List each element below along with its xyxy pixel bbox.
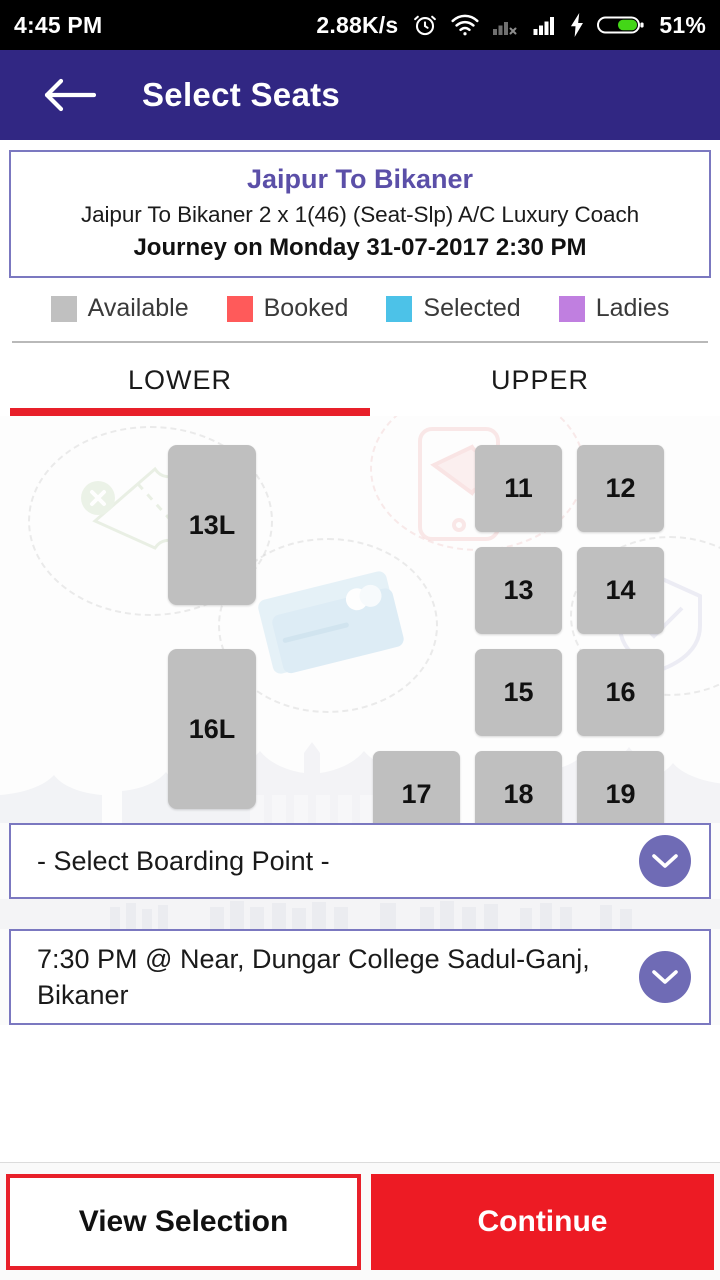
view-selection-button[interactable]: View Selection <box>6 1173 361 1270</box>
status-bar: 4:45 PM 2.88K/s 51% <box>0 0 720 50</box>
legend-label-selected: Selected <box>423 294 521 322</box>
continue-button[interactable]: Continue <box>371 1173 714 1270</box>
boarding-point-value: - Select Boarding Point - <box>37 845 330 876</box>
legend-swatch-booked <box>226 295 253 322</box>
deck-tabs: LOWER UPPER <box>0 343 720 416</box>
watermark-credit-card-icon <box>252 571 422 696</box>
seat-label: 16L <box>188 713 236 744</box>
seat-13[interactable]: 13 <box>475 547 562 634</box>
app-bar: Select Seats <box>0 50 720 140</box>
seat-label: 19 <box>605 779 636 809</box>
dropping-point-dropdown[interactable]: 7:30 PM @ Near, Dungar College Sadul-Gan… <box>9 929 711 1025</box>
legend-swatch-selected <box>386 295 413 322</box>
chevron-down-icon[interactable] <box>639 951 691 1003</box>
status-bar-time: 4:45 PM <box>14 11 103 38</box>
cellular-signal-icon <box>532 13 558 37</box>
seat-18[interactable]: 18 <box>475 751 562 823</box>
seat-15[interactable]: 15 <box>475 649 562 736</box>
seat-12[interactable]: 12 <box>577 445 664 532</box>
wifi-icon <box>450 13 480 37</box>
legend-label-booked: Booked <box>263 294 349 322</box>
seat-map: 13L 16L 11 12 13 14 15 16 17 18 19 <box>0 416 720 823</box>
legend-item-selected: Selected <box>386 294 521 323</box>
seat-17[interactable]: 17 <box>373 751 460 823</box>
status-bar-icons: 2.88K/s 51% <box>316 12 706 39</box>
seat-label: 14 <box>605 575 636 605</box>
alarm-icon <box>412 12 438 38</box>
seat-label: 12 <box>605 473 636 503</box>
battery-percent-label: 51% <box>659 11 706 38</box>
sim-no-signal-icon <box>492 13 520 37</box>
battery-icon <box>597 13 645 37</box>
tab-active-indicator <box>10 408 371 416</box>
journey-route: Jaipur To Bikaner <box>246 164 474 194</box>
seat-label: 18 <box>503 779 534 809</box>
seat-legend: Available Booked Selected Ladies <box>0 278 720 341</box>
seat-label: 17 <box>401 779 432 809</box>
network-speed-label: 2.88K/s <box>316 11 399 38</box>
legend-label-ladies: Ladies <box>595 294 670 322</box>
page-title: Select Seats <box>142 76 341 113</box>
section-gap <box>0 899 720 929</box>
legend-item-available: Available <box>50 294 189 323</box>
boarding-point-dropdown[interactable]: - Select Boarding Point - <box>9 823 711 899</box>
legend-swatch-ladies <box>558 295 585 322</box>
seat-11[interactable]: 11 <box>475 445 562 532</box>
dropping-point-section: 7:30 PM @ Near, Dungar College Sadul-Gan… <box>0 929 720 1025</box>
watermark-skyline-strip <box>0 899 720 929</box>
seat-label: 11 <box>504 473 533 503</box>
charging-bolt-icon <box>570 13 585 37</box>
seat-label: 15 <box>503 677 534 707</box>
seat-16[interactable]: 16 <box>577 649 664 736</box>
seat-label: 13L <box>188 509 236 540</box>
tab-upper[interactable]: UPPER <box>360 343 720 416</box>
seat-19[interactable]: 19 <box>577 751 664 823</box>
back-arrow-icon[interactable] <box>44 78 97 112</box>
legend-swatch-available <box>50 295 77 322</box>
dropping-point-value: 7:30 PM @ Near, Dungar College Sadul-Gan… <box>37 943 590 1010</box>
legend-item-booked: Booked <box>226 294 349 323</box>
seat-label: 13 <box>503 575 534 605</box>
seat-13L[interactable]: 13L <box>168 445 256 605</box>
seat-label: 16 <box>605 677 636 707</box>
bus-description: Jaipur To Bikaner 2 x 1(46) (Seat-Slp) A… <box>80 202 640 227</box>
journey-datetime: Journey on Monday 31-07-2017 2:30 PM <box>19 234 701 262</box>
journey-info-card: Jaipur To Bikaner Jaipur To Bikaner 2 x … <box>9 150 711 278</box>
seat-14[interactable]: 14 <box>577 547 664 634</box>
seat-16L[interactable]: 16L <box>168 649 256 809</box>
legend-item-ladies: Ladies <box>558 294 670 323</box>
journey-datetime-value: Monday 31-07-2017 2:30 PM <box>269 234 587 261</box>
journey-on-label: Journey on <box>133 234 263 261</box>
bottom-action-bar: View Selection Continue <box>0 1162 720 1280</box>
legend-label-available: Available <box>87 294 189 322</box>
boarding-point-section: - Select Boarding Point - <box>0 823 720 899</box>
chevron-down-icon[interactable] <box>639 835 691 887</box>
tab-lower[interactable]: LOWER <box>0 343 360 416</box>
